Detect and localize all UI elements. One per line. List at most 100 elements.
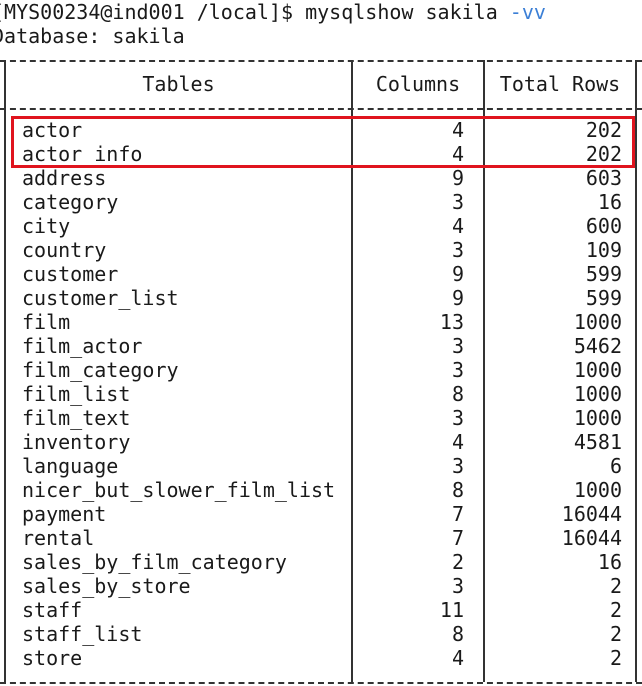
total-rows-cell: 16 [597,190,622,214]
table-name-cell: language [22,454,119,478]
table-row: language 3 6 [0,454,642,478]
columns-cell: 13 [439,310,464,334]
columns-cell: 3 [451,406,464,430]
total-rows-cell: 599 [585,262,622,286]
table-row: rental 7 16044 [0,526,642,550]
table-row: city 4 600 [0,214,642,238]
database-line: Database: sakila [0,24,185,48]
header-columns: Columns [375,72,461,96]
table-header-separator [0,108,642,110]
table-row: actor_info 4 202 [0,142,642,166]
total-rows-cell: 6 [609,454,622,478]
table-name-cell: store [22,646,83,670]
columns-cell: 4 [451,646,464,670]
total-rows-cell: 2 [609,574,622,598]
table-name-cell: sales_by_store [22,574,191,598]
columns-cell: 8 [451,478,464,502]
total-rows-cell: 16044 [561,502,622,526]
table-name-cell: country [22,238,107,262]
total-rows-cell: 16044 [561,526,622,550]
table-name-cell: staff [22,598,83,622]
columns-cell: 9 [451,286,464,310]
columns-cell: 7 [451,502,464,526]
header-tables: Tables [142,72,215,96]
table-row: film_text 3 1000 [0,406,642,430]
total-rows-cell: 603 [585,166,622,190]
total-rows-cell: 2 [609,622,622,646]
columns-cell: 8 [451,622,464,646]
table-name-cell: customer_list [22,286,179,310]
table-row: inventory 4 4581 [0,430,642,454]
total-rows-cell: 600 [585,214,622,238]
total-rows-cell: 109 [585,238,622,262]
columns-cell: 7 [451,526,464,550]
total-rows-cell: 202 [585,142,622,166]
total-rows-cell: 1000 [573,358,622,382]
shell-prompt: [MYS00234@ind001 /local]$ [0,0,306,24]
table-name-cell: address [22,166,107,190]
table-name-cell: rental [22,526,95,550]
table-name-cell: film_category [22,358,179,382]
table-border-bottom [0,682,642,684]
table-row: sales_by_film_category 2 16 [0,550,642,574]
columns-cell: 8 [451,382,464,406]
command-option: -vv [509,0,546,24]
table-name-cell: film_text [22,406,131,430]
columns-cell: 4 [451,430,464,454]
table-name-cell: film_actor [22,334,143,358]
columns-cell: 3 [451,454,464,478]
total-rows-cell: 2 [609,598,622,622]
table-name-cell: sales_by_film_category [22,550,287,574]
total-rows-cell: 1000 [573,478,622,502]
total-rows-cell: 599 [585,286,622,310]
columns-cell: 4 [451,214,464,238]
table-name-cell: film [22,310,71,334]
total-rows-cell: 202 [585,118,622,142]
table-row: film 13 1000 [0,310,642,334]
table-name-cell: nicer_but_slower_film_list [22,478,336,502]
table-name-cell: category [22,190,119,214]
table-border-top [0,60,642,62]
table-row: sales_by_store 3 2 [0,574,642,598]
total-rows-cell: 1000 [573,406,622,430]
columns-cell: 3 [451,238,464,262]
columns-cell: 11 [439,598,464,622]
table-row: customer 9 599 [0,262,642,286]
total-rows-cell: 2 [609,646,622,670]
table-name-cell: inventory [22,430,131,454]
table-name-cell: staff_list [22,622,143,646]
table-row: nicer_but_slower_film_list 8 1000 [0,478,642,502]
columns-cell: 3 [451,190,464,214]
table-body: actor 4 202 actor_info 4 202 address 9 603 catego… [0,118,642,670]
columns-cell: 4 [451,118,464,142]
table-row: actor 4 202 [0,118,642,142]
columns-cell: 9 [451,166,464,190]
table-row: film_list 8 1000 [0,382,642,406]
table-name-cell: film_list [22,382,131,406]
total-rows-cell: 4581 [573,430,622,454]
table-row: staff_list 8 2 [0,622,642,646]
table-row: payment 7 16044 [0,502,642,526]
columns-cell: 4 [451,142,464,166]
table-row: customer_list 9 599 [0,286,642,310]
table-row: store 4 2 [0,646,642,670]
command-text: mysqlshow sakila [305,0,510,24]
table-row: country 3 109 [0,238,642,262]
table-name-cell: city [22,214,71,238]
total-rows-cell: 1000 [573,382,622,406]
table-row: category 3 16 [0,190,642,214]
table-name-cell: actor [22,118,83,142]
table-row: staff 11 2 [0,598,642,622]
columns-cell: 3 [451,334,464,358]
total-rows-cell: 16 [597,550,622,574]
columns-cell: 3 [451,358,464,382]
table-row: address 9 603 [0,166,642,190]
table-row: film_category 3 1000 [0,358,642,382]
columns-cell: 2 [451,550,464,574]
command-line: [MYS00234@ind001 /local]$ mysqlshow saki… [0,0,546,24]
terminal-window: [MYS00234@ind001 /local]$ mysqlshow saki… [0,0,642,686]
total-rows-cell: 1000 [573,310,622,334]
columns-cell: 9 [451,262,464,286]
columns-cell: 3 [451,574,464,598]
header-total-rows: Total Rows [499,72,621,96]
